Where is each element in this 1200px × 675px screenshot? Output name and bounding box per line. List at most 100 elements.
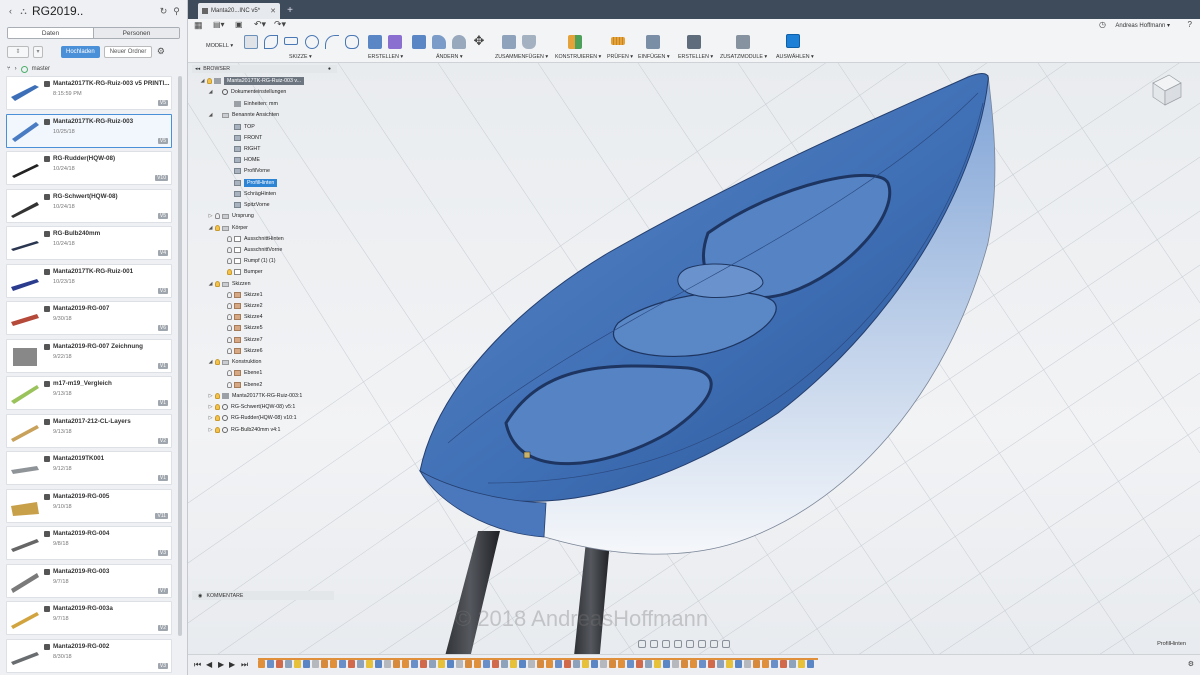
browser-node[interactable]: AusschnittHinten: [220, 234, 284, 244]
browser-node[interactable]: SpitzVorne: [220, 200, 270, 210]
pan-icon[interactable]: [662, 640, 670, 648]
browser-node[interactable]: Skizze7: [220, 335, 263, 345]
design-list-item[interactable]: Manta2017TK-RG-Ruiz-003 v5 PRINTI... 8:15…: [6, 76, 172, 110]
design-list-item[interactable]: Manta2017TK-RG-Ruiz-003 10/25/18 V5: [6, 113, 172, 148]
design-list-item[interactable]: Manta2019-RG-003 9/7/18 V7: [6, 563, 172, 598]
design-list-item[interactable]: Manta2017-212-CL-Layers 9/13/18 V2: [6, 413, 172, 448]
timeline-feature-icon[interactable]: [510, 660, 517, 668]
timeline-feature-icon[interactable]: [609, 660, 616, 668]
design-list-item[interactable]: Manta2019TK001 9/12/18 V1: [6, 451, 172, 485]
viewports-icon[interactable]: [722, 640, 730, 648]
browser-node[interactable]: SchrägHinten: [220, 189, 276, 199]
collapse-icon[interactable]: ◢: [200, 78, 205, 84]
design-list-item[interactable]: Manta2019-RG-007 Zeichnung 9/22/18 V1: [6, 338, 172, 373]
fit-icon[interactable]: [686, 640, 694, 648]
document-tab[interactable]: Manta20...INC v5* ✕: [198, 3, 280, 19]
timeline-marker-bar[interactable]: [258, 658, 818, 660]
timeline-feature-icon[interactable]: [672, 660, 679, 668]
timeline-end-icon[interactable]: ⏭: [241, 660, 248, 670]
browser-node[interactable]: Skizze6: [220, 346, 263, 356]
browser-node[interactable]: ▷ RG-Schwert(HQW-08) v5:1: [208, 402, 295, 412]
browser-header[interactable]: ◂◂ BROWSER ●: [192, 65, 337, 73]
branch-row[interactable]: ⑂ › master: [7, 64, 180, 74]
comments-panel[interactable]: ◉ KOMMENTARE: [192, 591, 334, 600]
visibility-bulb-icon[interactable]: [227, 247, 232, 253]
visibility-bulb-icon[interactable]: [227, 303, 232, 309]
search-icon[interactable]: ⚲: [172, 6, 181, 16]
timeline-feature-icon[interactable]: [321, 660, 328, 668]
timeline-feature-icon[interactable]: [654, 660, 661, 668]
timeline-feature-icon[interactable]: [402, 660, 409, 668]
collapse-icon[interactable]: ◢: [208, 89, 213, 95]
timeline-feature-icon[interactable]: [744, 660, 751, 668]
toolbar-group-skizze[interactable]: SKIZZE ▾: [289, 54, 312, 60]
timeline-feature-icon[interactable]: [636, 660, 643, 668]
browser-node[interactable]: ◢ Benannte Ansichten: [208, 110, 280, 120]
timeline-feature-icon[interactable]: [726, 660, 733, 668]
tab-personen[interactable]: Personen: [94, 28, 179, 38]
upload-button[interactable]: Hochladen: [61, 45, 100, 58]
timeline-feature-icon[interactable]: [384, 660, 391, 668]
timeline-play-icon[interactable]: ▶: [218, 660, 224, 669]
timeline-feature-icon[interactable]: [474, 660, 481, 668]
browser-node[interactable]: HOME: [220, 155, 260, 165]
joint-icon[interactable]: [502, 35, 516, 49]
visibility-bulb-icon[interactable]: [227, 236, 232, 242]
file-menu-icon[interactable]: ▤▾: [213, 20, 225, 29]
timeline-feature-icon[interactable]: [339, 660, 346, 668]
browser-node[interactable]: Einheiten: mm: [220, 99, 278, 109]
browser-node[interactable]: ProfilHinten: [220, 178, 278, 188]
visibility-bulb-icon[interactable]: [215, 427, 220, 433]
design-list-item[interactable]: Manta2019-RG-004 9/8/18 V3: [6, 526, 172, 560]
visibility-bulb-icon[interactable]: [215, 393, 220, 399]
modify-fillet-icon[interactable]: [432, 35, 446, 49]
timeline-feature-icon[interactable]: [798, 660, 805, 668]
toolbar-group-erstellen-2[interactable]: ERSTELLEN ▾: [678, 54, 713, 60]
visibility-bulb-icon[interactable]: [227, 382, 232, 388]
construct-plane-icon[interactable]: [568, 35, 582, 49]
close-tab-icon[interactable]: ✕: [270, 7, 276, 15]
timeline-feature-icon[interactable]: [681, 660, 688, 668]
create-pattern-icon[interactable]: [388, 35, 402, 49]
visibility-bulb-icon[interactable]: [215, 404, 220, 410]
data-panel-scrollbar[interactable]: [178, 76, 182, 636]
timeline-feature-icon[interactable]: [303, 660, 310, 668]
timeline-feature-icon[interactable]: [735, 660, 742, 668]
timeline-feature-icon[interactable]: [789, 660, 796, 668]
display-settings-icon[interactable]: [698, 640, 706, 648]
browser-node[interactable]: ◢ Dokumenteinstellungen: [208, 87, 286, 97]
user-menu[interactable]: Andreas Hoffmann ▾: [1115, 22, 1170, 29]
sketch-line-icon[interactable]: [264, 35, 278, 49]
browser-node[interactable]: ◢ Körper: [208, 223, 248, 233]
sketch-circle-icon[interactable]: [305, 35, 319, 49]
workspace-switcher[interactable]: MODELL ▾: [206, 43, 233, 49]
design-list-item[interactable]: Manta2019-RG-007 9/30/18 V6: [6, 301, 172, 335]
timeline-feature-icon[interactable]: [564, 660, 571, 668]
visibility-bulb-icon[interactable]: [207, 78, 212, 84]
timeline-feature-icon[interactable]: [618, 660, 625, 668]
timeline-feature-icon[interactable]: [330, 660, 337, 668]
toolbar-group-einfuegen[interactable]: EINFÜGEN ▾: [638, 54, 670, 60]
sketch-polygon-icon[interactable]: [345, 35, 359, 49]
view-dropdown-icon[interactable]: ▾: [33, 45, 43, 58]
timeline-feature-icon[interactable]: [501, 660, 508, 668]
timeline-feature-icon[interactable]: [276, 660, 283, 668]
timeline-feature-icon[interactable]: [438, 660, 445, 668]
timeline-start-icon[interactable]: ⏮: [194, 660, 201, 670]
help-icon[interactable]: ?: [1188, 20, 1192, 29]
inspect-measure-icon[interactable]: [611, 37, 625, 45]
scene-canvas[interactable]: [188, 63, 1200, 675]
new-folder-button[interactable]: Neuer Ordner: [103, 45, 153, 58]
visibility-bulb-icon[interactable]: [227, 370, 232, 376]
settings-gear-icon[interactable]: ⚙: [156, 46, 165, 56]
undo-icon[interactable]: ↶▾: [254, 19, 266, 30]
redo-icon[interactable]: ↷▾: [274, 19, 286, 30]
design-list-item[interactable]: Manta2017TK-RG-Ruiz-001 10/23/18 V3: [6, 263, 172, 298]
app-grid-icon[interactable]: ▦: [194, 20, 203, 31]
visibility-bulb-icon[interactable]: [227, 269, 232, 275]
create-box-icon[interactable]: [368, 35, 382, 49]
design-list-item[interactable]: Manta2019-RG-002 8/30/18 V3: [6, 638, 172, 673]
tab-daten[interactable]: Daten: [8, 28, 94, 38]
timeline-feature-icon[interactable]: [708, 660, 715, 668]
zoom-icon[interactable]: [674, 640, 682, 648]
